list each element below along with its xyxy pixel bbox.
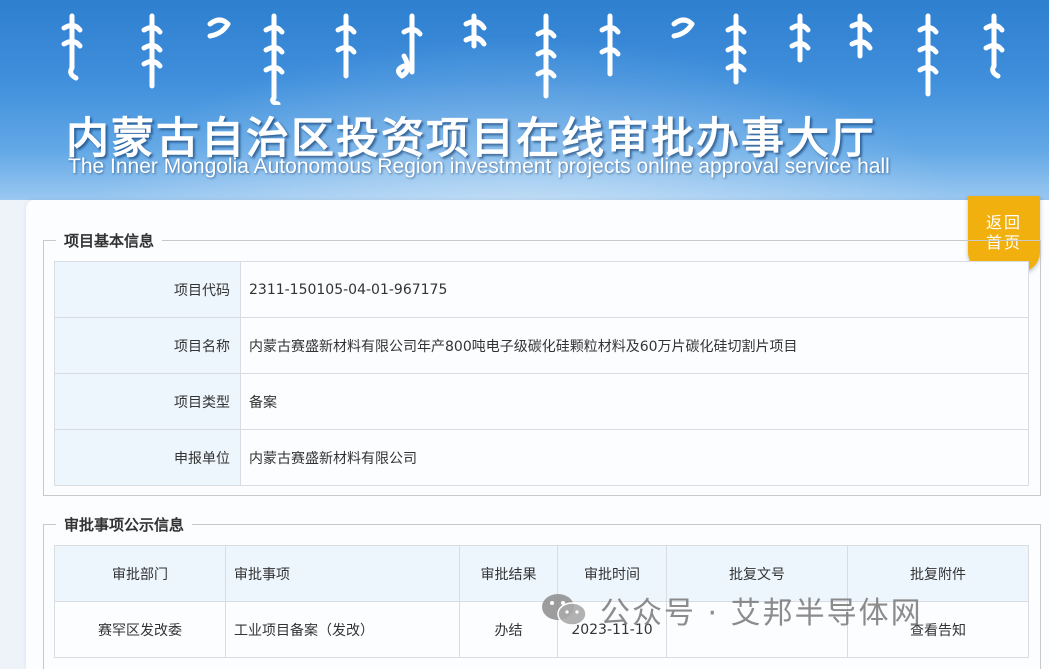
column-header-result: 审批结果 xyxy=(459,545,558,602)
table-row: 申报单位 内蒙古赛盛新材料有限公司 xyxy=(54,429,1029,486)
column-header-time: 审批时间 xyxy=(557,545,667,602)
approval-info-legend: 审批事项公示信息 xyxy=(64,516,185,534)
column-header-attachment: 批复附件 xyxy=(847,545,1029,602)
table-row: 项目类型 备案 xyxy=(54,373,1029,430)
project-code-value: 2311-150105-04-01-967175 xyxy=(240,261,1029,318)
view-notice-link[interactable]: 查看告知 xyxy=(847,601,1029,658)
project-name-label: 项目名称 xyxy=(54,317,241,374)
column-header-item: 审批事项 xyxy=(225,545,460,602)
header-banner: 内蒙古自治区投资项目在线审批办事大厅 The Inner Mongolia Au… xyxy=(0,0,1049,200)
site-subtitle-english: The Inner Mongolia Autonomous Region inv… xyxy=(68,155,890,178)
mongolian-script-title xyxy=(61,13,1005,105)
table-row: 项目名称 内蒙古赛盛新材料有限公司年产800吨电子级碳化硅颗粒材料及60万片碳化… xyxy=(54,317,1029,374)
approval-dept-cell: 赛罕区发改委 xyxy=(54,601,226,658)
column-header-doc-no: 批复文号 xyxy=(666,545,848,602)
project-code-label: 项目代码 xyxy=(54,261,241,318)
table-header-row: 审批部门 审批事项 审批结果 审批时间 批复文号 批复附件 xyxy=(54,545,1029,602)
basic-info-legend: 项目基本信息 xyxy=(64,232,155,250)
applicant-value: 内蒙古赛盛新材料有限公司 xyxy=(240,429,1029,486)
table-row: 赛罕区发改委 工业项目备案（发改） 办结 2023-11-10 查看告知 xyxy=(54,601,1029,658)
project-type-label: 项目类型 xyxy=(54,373,241,430)
approval-doc-no-cell xyxy=(666,601,848,658)
approval-result-cell: 办结 xyxy=(459,601,558,658)
column-header-dept: 审批部门 xyxy=(54,545,226,602)
project-type-value: 备案 xyxy=(240,373,1029,430)
approval-time-cell: 2023-11-10 xyxy=(557,601,667,658)
table-row: 项目代码 2311-150105-04-01-967175 xyxy=(54,261,1029,318)
approval-table: 审批部门 审批事项 审批结果 审批时间 批复文号 批复附件 赛罕区发改委 工业项… xyxy=(54,545,1029,658)
basic-info-table: 项目代码 2311-150105-04-01-967175 项目名称 内蒙古赛盛… xyxy=(54,261,1029,486)
approval-item-cell: 工业项目备案（发改） xyxy=(225,601,460,658)
project-name-value: 内蒙古赛盛新材料有限公司年产800吨电子级碳化硅颗粒材料及60万片碳化硅切割片项… xyxy=(240,317,1029,374)
applicant-label: 申报单位 xyxy=(54,429,241,486)
